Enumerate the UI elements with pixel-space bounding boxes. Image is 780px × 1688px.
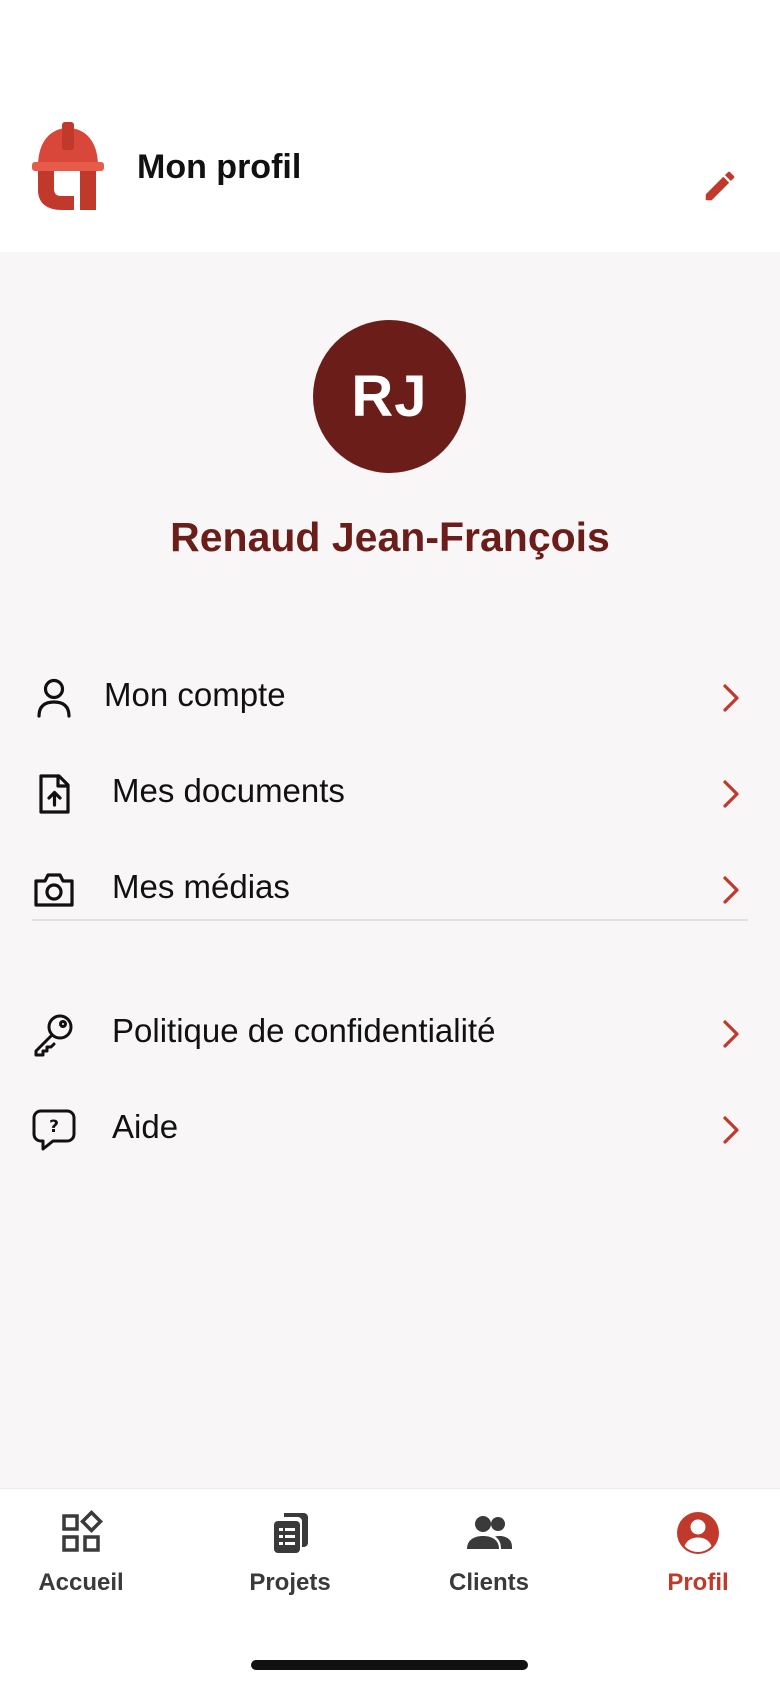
nav-tab-clients[interactable]: Clients [409, 1509, 569, 1619]
camera-icon [30, 866, 78, 914]
nav-label: Profil [667, 1569, 729, 1596]
hardhat-logo-icon [30, 122, 106, 214]
people-icon [467, 1516, 512, 1549]
menu-divider [32, 919, 748, 921]
user-icon [30, 674, 78, 722]
menu-item-label: Politique de confidentialité [112, 1012, 496, 1049]
avatar-initials: RJ [351, 364, 428, 429]
chevron-right-icon [723, 876, 739, 904]
menu-item-label: Mes médias [112, 868, 290, 905]
account-circle-icon [677, 1512, 719, 1554]
nav-label: Projets [249, 1569, 331, 1596]
svg-text:?: ? [49, 1117, 59, 1137]
profile-screen: Mon profil RJ Renaud Jean-François Mon c… [0, 0, 780, 1688]
edit-profile-button[interactable] [698, 164, 742, 208]
bottom-navigation: Accueil Projets Clients Profil [0, 1488, 780, 1688]
pencil-icon [705, 171, 735, 201]
key-icon [30, 1010, 78, 1058]
menu-item-mes-documents[interactable]: Mes documents [0, 752, 780, 836]
file-upload-icon [30, 770, 78, 818]
profile-content: RJ Renaud Jean-François Mon compte Mes d… [0, 252, 780, 1488]
nav-label: Clients [448, 1569, 529, 1596]
chevron-right-icon [723, 1020, 739, 1048]
chevron-right-icon [723, 1116, 739, 1144]
menu-item-politique-confidentialite[interactable]: Politique de confidentialité [0, 992, 780, 1076]
user-name: Renaud Jean-François [170, 514, 610, 560]
avatar: RJ [313, 320, 466, 473]
app-header: Mon profil [0, 0, 780, 252]
help-bubble-icon: ? [30, 1106, 78, 1154]
nav-tab-projets[interactable]: Projets [210, 1509, 370, 1619]
chevron-right-icon [723, 684, 739, 712]
menu-item-mon-compte[interactable]: Mon compte [0, 656, 780, 740]
apps-icon [62, 1510, 103, 1552]
home-indicator[interactable] [251, 1660, 528, 1670]
nav-tab-accueil[interactable]: Accueil [1, 1509, 161, 1619]
page-title: Mon profil [137, 148, 302, 186]
menu-item-label: Mes documents [112, 772, 345, 809]
nav-tab-profil[interactable]: Profil [618, 1509, 778, 1619]
menu-item-label: Mon compte [104, 676, 286, 713]
menu-item-aide[interactable]: ? Aide [0, 1088, 780, 1172]
documents-icon [274, 1513, 308, 1553]
chevron-right-icon [723, 780, 739, 808]
menu-item-label: Aide [112, 1108, 179, 1145]
nav-label: Accueil [38, 1569, 124, 1596]
